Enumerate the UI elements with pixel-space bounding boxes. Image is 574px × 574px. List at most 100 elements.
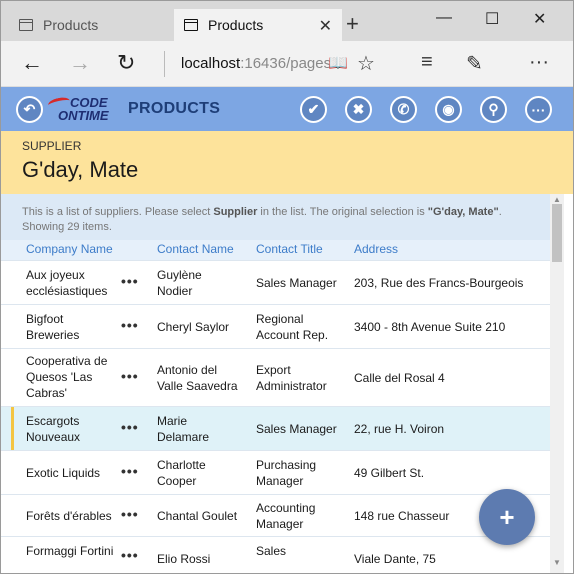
- tab-label: Products: [208, 17, 264, 33]
- title-cell: Sales Manager: [256, 421, 337, 437]
- cell-line: Charlotte: [157, 458, 206, 472]
- search-button[interactable]: ⚲: [480, 96, 507, 123]
- forward-icon[interactable]: →: [69, 51, 91, 75]
- row-menu-icon[interactable]: •••: [121, 419, 139, 435]
- scroll-down-icon[interactable]: ▼: [553, 558, 561, 567]
- table-row[interactable]: Bigfoot Breweries ••• Cheryl Saylor Regi…: [1, 304, 550, 348]
- tab-products-1[interactable]: Products: [9, 9, 174, 41]
- cell-line: Elio Rossi: [157, 552, 211, 566]
- phone-icon: ✆: [397, 101, 410, 117]
- back-icon[interactable]: ←: [21, 51, 43, 75]
- table-row[interactable]: Cooperativa de Quesos 'Las Cabras' ••• A…: [1, 348, 550, 406]
- contact-cell: Cheryl Saylor: [157, 319, 229, 335]
- address-cell: 203, Rue des Francs-Bourgeois: [354, 276, 524, 290]
- cell-line: Escargots: [26, 414, 80, 428]
- logo-line2: ONTIME: [58, 108, 109, 123]
- desc-text: in the list. The original selection is: [257, 206, 428, 218]
- cell-line: Chantal Goulet: [157, 509, 238, 523]
- cell-line: Valle Saavedra: [157, 379, 238, 393]
- scroll-up-icon[interactable]: ▲: [553, 195, 561, 204]
- cell-line: Guylène: [157, 268, 202, 282]
- add-new-button[interactable]: +: [479, 489, 535, 545]
- company-cell: Cooperativa de Quesos 'Las Cabras': [26, 353, 107, 401]
- desc-bold-selection: "G'day, Mate": [427, 206, 499, 218]
- close-tab-icon[interactable]: ✕: [319, 16, 332, 36]
- more-button[interactable]: ···: [525, 96, 552, 123]
- cell-line: Purchasing: [256, 458, 317, 472]
- column-header-company[interactable]: Company Name: [26, 242, 113, 256]
- address-bar-row: ← → ↻ localhost:16436/pages 📖 ☆ ≡ ✎ ···: [1, 41, 573, 87]
- cell-line: Aux joyeux: [26, 268, 85, 282]
- cell-line: Cheryl Saylor: [157, 320, 230, 334]
- minimize-icon[interactable]: —: [436, 9, 452, 27]
- cell-line: Cooperativa de: [26, 354, 108, 368]
- call-button[interactable]: ✆: [390, 96, 417, 123]
- row-menu-icon[interactable]: •••: [121, 317, 139, 333]
- title-cell: Regional Account Rep.: [256, 311, 328, 343]
- title-cell: Export Administrator: [256, 362, 327, 394]
- cell-line: Antonio del: [157, 363, 218, 377]
- item-count: Showing 29 items.: [22, 221, 112, 233]
- cell-line: Accounting: [256, 501, 316, 515]
- cell-line: Formaggi Fortini: [26, 544, 114, 558]
- vertical-scrollbar[interactable]: ▲ ▼: [550, 194, 564, 573]
- cell-line: Export: [256, 363, 291, 377]
- close-window-icon[interactable]: ✕: [533, 9, 546, 29]
- row-menu-icon[interactable]: •••: [121, 273, 139, 289]
- table-row-selected[interactable]: Escargots Nouveaux ••• Marie Delamare Sa…: [1, 406, 550, 450]
- table-row[interactable]: Formaggi Fortini ••• Elio Rossi Sales Vi…: [1, 536, 550, 573]
- supplier-label: SUPPLIER: [22, 139, 82, 153]
- cell-line: Nodier: [157, 284, 193, 298]
- row-menu-icon[interactable]: •••: [121, 463, 139, 479]
- close-icon: ✖: [352, 101, 365, 117]
- contact-cell: Chantal Goulet: [157, 508, 237, 524]
- table-row[interactable]: Exotic Liquids ••• Charlotte Cooper Purc…: [1, 450, 550, 494]
- row-menu-icon[interactable]: •••: [121, 506, 139, 522]
- reading-view-icon[interactable]: 📖: [328, 53, 348, 73]
- cell-line: Regional: [256, 312, 304, 326]
- supplier-grid: Company Name Contact Name Contact Title …: [1, 240, 550, 573]
- column-header-address[interactable]: Address: [354, 242, 398, 256]
- contact-cell: Elio Rossi: [157, 551, 210, 567]
- title-cell: Sales Manager: [256, 275, 337, 291]
- list-description: This is a list of suppliers. Please sele…: [1, 194, 550, 240]
- tab-strip: Products Products ✕ + — ☐ ✕: [1, 1, 573, 41]
- refresh-icon[interactable]: ↻: [117, 51, 135, 75]
- table-row[interactable]: Aux joyeux ecclésiastiques ••• Guylène N…: [1, 260, 550, 304]
- favorite-icon[interactable]: ☆: [357, 51, 375, 76]
- search-icon: ⚲: [488, 101, 499, 117]
- address-cell: 22, rue H. Voiron: [354, 422, 445, 436]
- more-icon[interactable]: ···: [529, 51, 549, 74]
- title-cell: Accounting Manager: [256, 500, 315, 532]
- company-cell: Forêts d'érables: [26, 508, 112, 524]
- address-host: localhost: [181, 55, 241, 72]
- ok-button[interactable]: ✔: [300, 96, 327, 123]
- new-tab-icon[interactable]: +: [346, 13, 359, 35]
- column-header-contact[interactable]: Contact Name: [157, 242, 234, 256]
- back-button[interactable]: ↶: [16, 96, 43, 123]
- maximize-icon[interactable]: ☐: [485, 9, 499, 29]
- row-menu-icon[interactable]: •••: [121, 368, 139, 384]
- hub-icon[interactable]: ≡: [421, 51, 433, 74]
- more-dots-icon: ···: [531, 101, 546, 118]
- row-menu-icon[interactable]: •••: [121, 547, 139, 563]
- address-cell: 148 rue Chasseur: [354, 509, 450, 523]
- table-row[interactable]: Forêts d'érables ••• Chantal Goulet Acco…: [1, 494, 550, 536]
- column-header-title[interactable]: Contact Title: [256, 242, 323, 256]
- app-header: ↶ CODE ONTIME PRODUCTS ✔ ✖ ✆ ◉ ⚲ ···: [1, 87, 573, 131]
- page-icon: [184, 19, 198, 31]
- view-button[interactable]: ◉: [435, 96, 462, 123]
- contact-cell: Guylène Nodier: [157, 267, 202, 299]
- desc-text: .: [498, 206, 502, 218]
- web-note-icon[interactable]: ✎: [466, 51, 483, 76]
- cell-line: Bigfoot: [26, 312, 64, 326]
- selection-indicator: [11, 407, 14, 450]
- cell-line: Forêts d'érables: [26, 509, 112, 523]
- tab-products-2[interactable]: Products ✕: [174, 9, 342, 41]
- cell-line: Sales Manager: [256, 276, 337, 290]
- address-input[interactable]: localhost:16436/pages: [181, 55, 331, 72]
- cancel-button[interactable]: ✖: [345, 96, 372, 123]
- contact-cell: Antonio del Valle Saavedra: [157, 362, 238, 394]
- scroll-thumb[interactable]: [552, 204, 562, 262]
- supplier-value: G'day, Mate: [22, 157, 139, 182]
